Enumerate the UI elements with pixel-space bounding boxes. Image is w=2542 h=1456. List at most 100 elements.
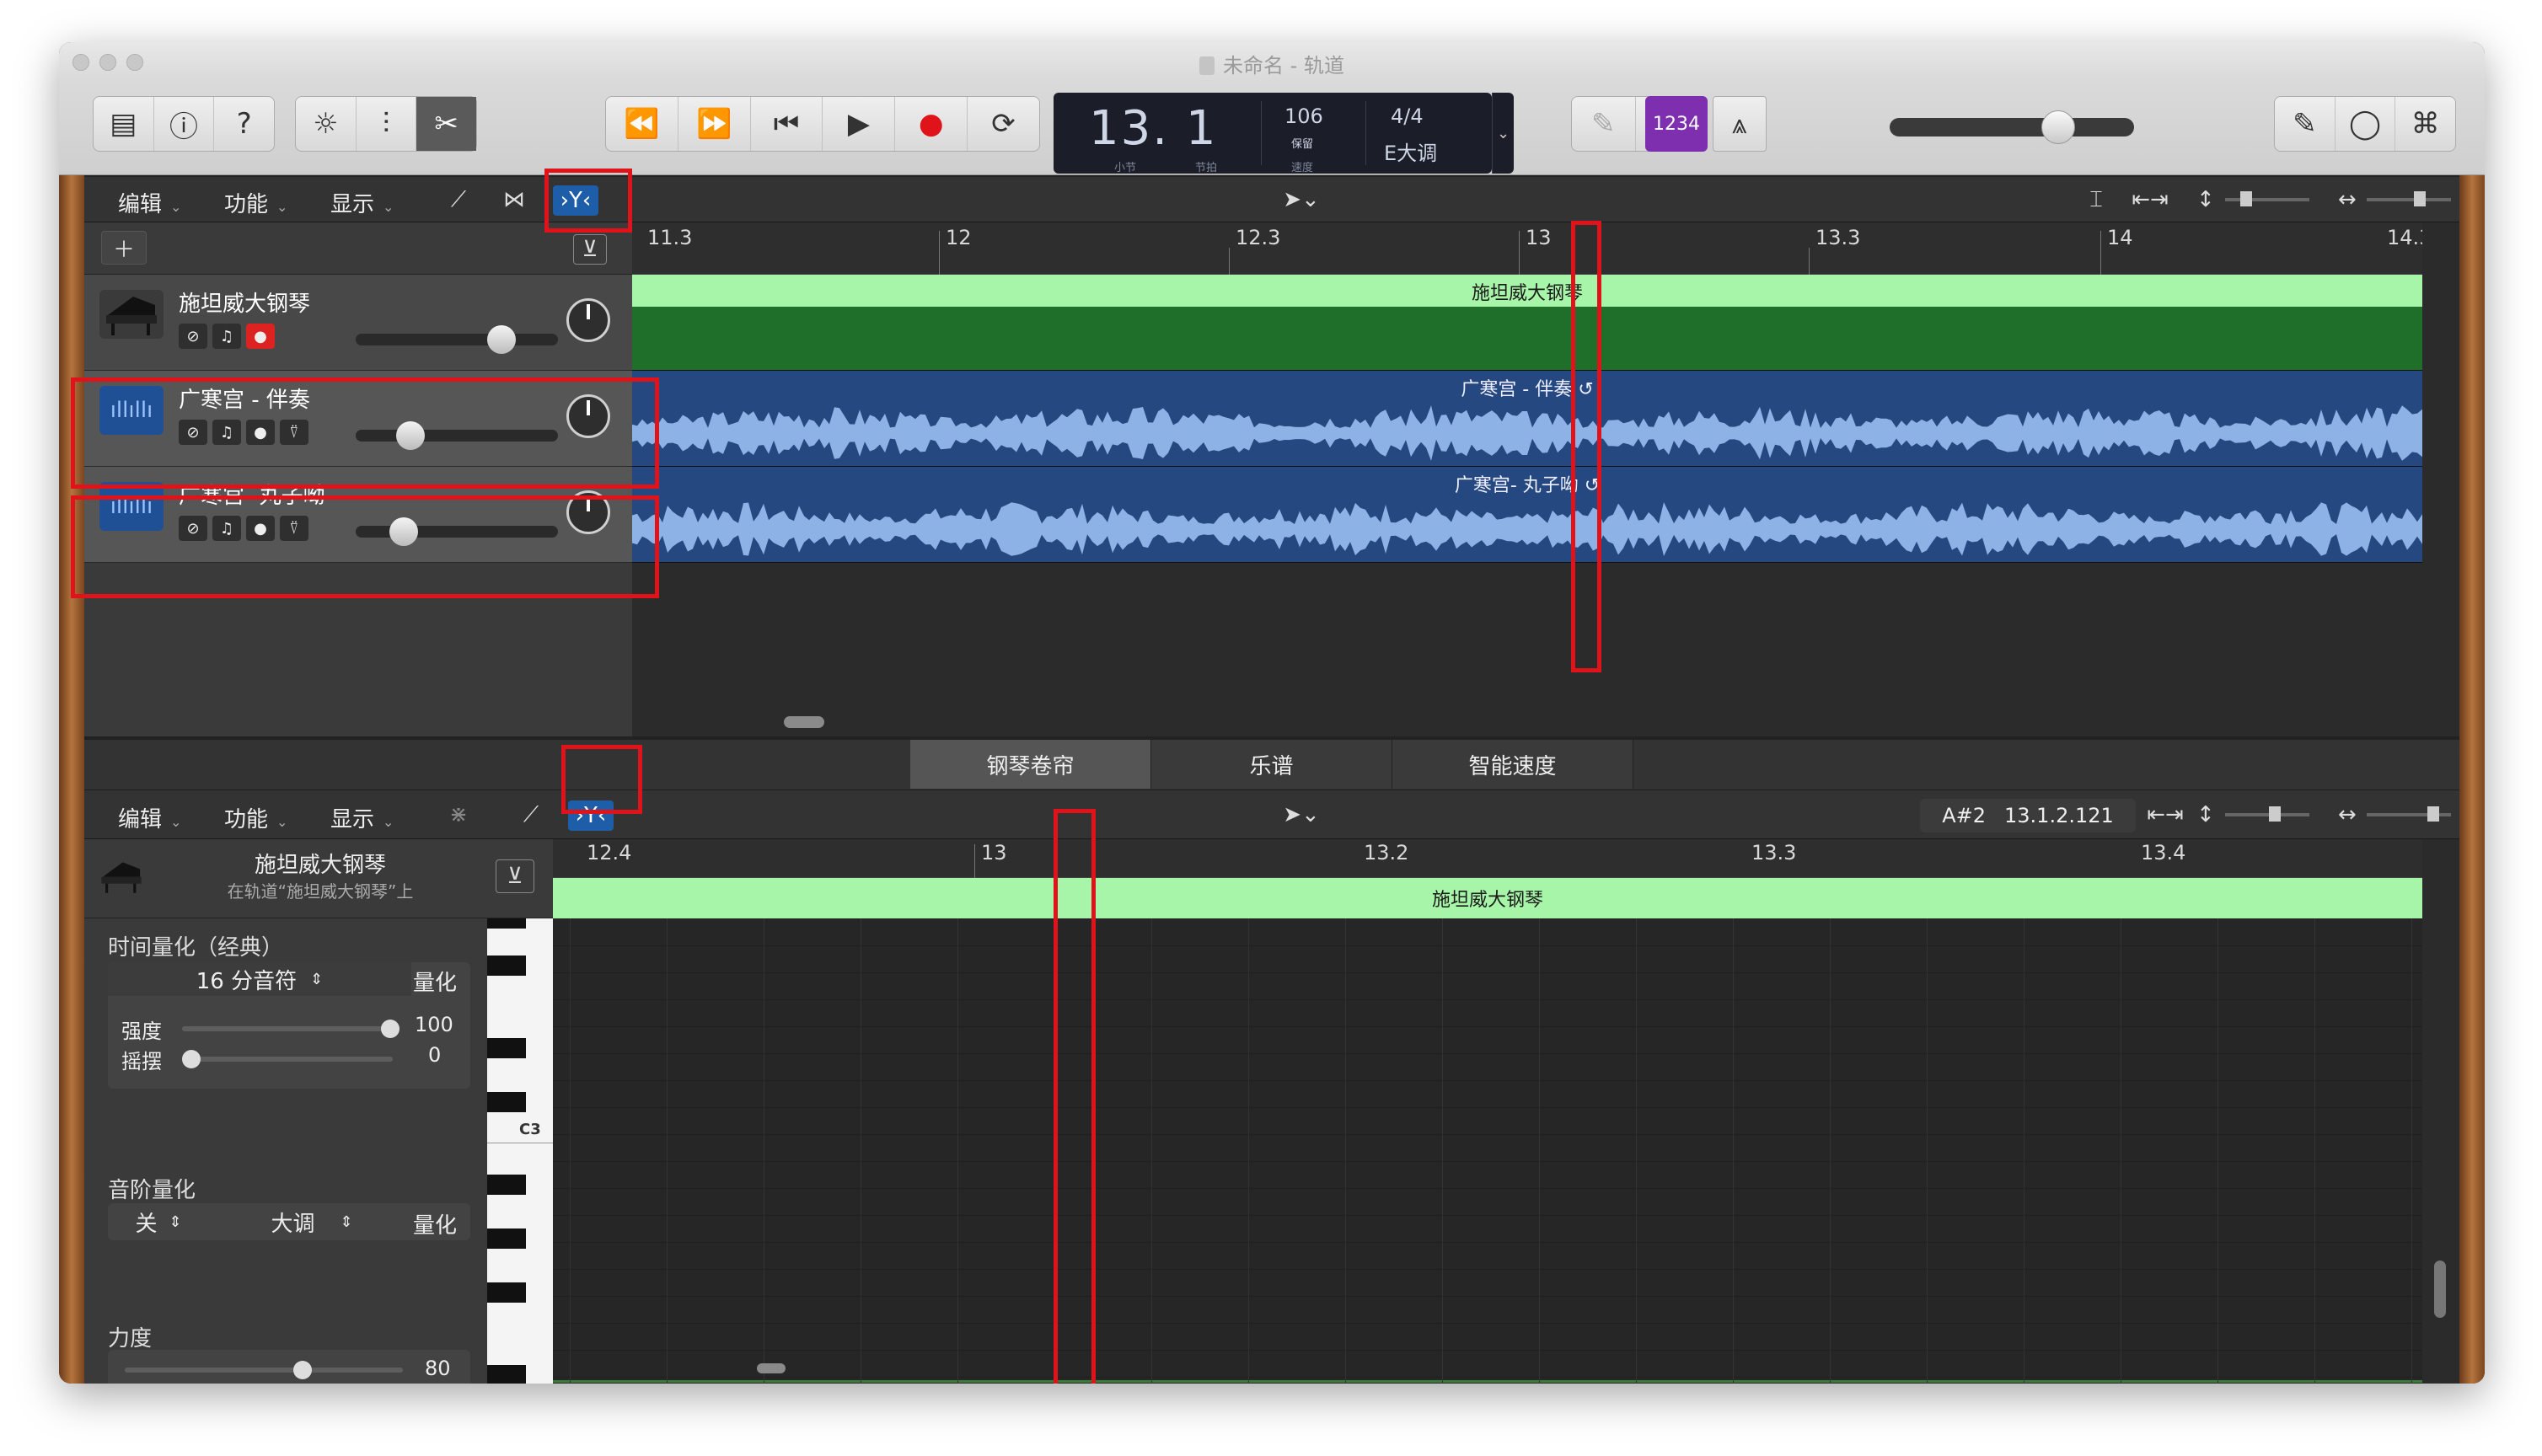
input-monitor-icon[interactable]: ⍢	[280, 420, 308, 445]
midi-region[interactable]: 施坦威大钢琴	[632, 275, 2422, 371]
help-icon[interactable]: ?	[214, 97, 274, 151]
tab-score[interactable]: 乐谱	[1151, 740, 1392, 789]
vertical-zoom-slider[interactable]: ↕	[2188, 799, 2323, 831]
tracks-horizontal-scrollbar[interactable]	[784, 716, 824, 728]
pan-knob[interactable]	[566, 298, 610, 342]
region-inspector-icon[interactable]: ⊻	[496, 859, 534, 893]
swing-knob[interactable]	[182, 1050, 201, 1068]
black-key[interactable]	[487, 1092, 526, 1112]
black-key[interactable]	[487, 1175, 526, 1195]
record-icon[interactable]: ●	[895, 97, 968, 151]
pan-knob[interactable]	[566, 394, 610, 438]
horizontal-zoom-slider[interactable]: ↔	[2330, 799, 2464, 831]
zoom-vertical-fit-icon[interactable]: ⌶	[2075, 184, 2117, 216]
audio-region-accompaniment[interactable]: 广寒宫 - 伴奏 ↺	[632, 371, 2422, 467]
track-header-accompaniment[interactable]: ıllıllı 广寒宫 - 伴奏 ⊘ ♫ ● ⍢	[84, 371, 632, 467]
mixer-icon[interactable]: ⫶	[357, 97, 417, 151]
add-track-icon[interactable]: ＋	[101, 231, 147, 265]
play-icon[interactable]: ▶	[823, 97, 896, 151]
piano-keyboard[interactable]: C3	[487, 918, 553, 1384]
black-key[interactable]	[487, 956, 526, 976]
mute-icon[interactable]: ⊘	[179, 324, 207, 349]
editor-functions-menu[interactable]: 功能 ⌄	[224, 802, 287, 833]
tab-smart-tempo[interactable]: 智能速度	[1392, 740, 1633, 789]
tracks-edit-menu[interactable]: 编辑 ⌄	[118, 187, 181, 218]
master-volume-slider[interactable]	[1890, 110, 2134, 144]
editor-horizontal-scrollbar[interactable]	[757, 1363, 786, 1373]
mute-icon[interactable]: ⊘	[179, 420, 207, 445]
cycle-icon[interactable]: ⟳	[968, 97, 1039, 151]
library-icon[interactable]: ▤	[94, 97, 154, 151]
track-volume-slider[interactable]	[356, 517, 558, 546]
loops-icon[interactable]: ◯	[2336, 97, 2396, 151]
audio-region-vocal[interactable]: 广寒宫- 丸子呦 ↺	[632, 467, 2422, 563]
tracks-view-menu[interactable]: 显示 ⌄	[330, 187, 394, 218]
velocity-knob[interactable]	[293, 1361, 312, 1379]
pan-knob[interactable]	[566, 490, 610, 534]
black-key[interactable]	[487, 1282, 526, 1303]
scale-off-select[interactable]: 关 ⇕	[108, 1203, 209, 1240]
headphones-icon[interactable]: ♫	[212, 420, 241, 445]
volume-knob[interactable]	[389, 517, 418, 546]
fast-forward-icon[interactable]: ⏩	[678, 97, 751, 151]
master-volume-knob[interactable]	[2041, 110, 2075, 144]
collapse-icon[interactable]: ⋇	[437, 799, 480, 831]
lcd-menu-chevron-icon[interactable]: ⌄	[1492, 93, 1514, 174]
scale-type-select[interactable]: 大调 ⇕	[212, 1203, 411, 1240]
swing-slider[interactable]	[182, 1050, 393, 1068]
editor-ruler[interactable]: 12.4 13 13.2 13.3 13.4	[553, 839, 2422, 878]
volume-knob[interactable]	[487, 325, 516, 354]
editor-edit-menu[interactable]: 编辑 ⌄	[118, 802, 181, 833]
global-tracks-icon[interactable]: ⊻	[573, 234, 607, 265]
headphones-icon[interactable]: ♫	[212, 324, 241, 349]
tab-piano-roll[interactable]: 钢琴卷帘	[910, 740, 1151, 789]
strength-slider[interactable]	[182, 1020, 400, 1038]
mute-icon[interactable]: ⊘	[179, 516, 207, 541]
info-icon[interactable]: ⓘ	[154, 97, 215, 151]
black-key[interactable]	[487, 1038, 526, 1058]
tracks-functions-menu[interactable]: 功能 ⌄	[224, 187, 287, 218]
tracks-ruler[interactable]: 11.3 12 12.3 13 13.3 14 14.3	[632, 222, 2432, 275]
lcd-display[interactable]: 13. 1 小节 节拍 106 保留 速度 4/4 E大调	[1054, 93, 1492, 174]
piano-roll-grid[interactable]	[553, 918, 2422, 1384]
rewind-icon[interactable]: ⏪	[606, 97, 678, 151]
headphones-icon[interactable]: ♫	[212, 516, 241, 541]
editor-view-menu[interactable]: 显示 ⌄	[330, 802, 394, 833]
black-key[interactable]	[487, 1228, 526, 1249]
track-volume-slider[interactable]	[356, 421, 558, 450]
catch-playhead-icon[interactable]: ›Y‹	[568, 800, 614, 831]
catch-playhead-icon[interactable]: ›Y‹	[553, 185, 598, 216]
track-volume-slider[interactable]	[356, 325, 558, 354]
strength-knob[interactable]	[381, 1020, 400, 1038]
go-to-beginning-icon[interactable]: ⏮	[751, 97, 823, 151]
scale-quantize-button[interactable]: 量化	[413, 1208, 457, 1239]
pencil-icon[interactable]: ✎	[1572, 97, 1636, 151]
track-header-vocal[interactable]: ıllıllı 广寒宫- 丸子呦 ⊘ ♫ ● ⍢	[84, 467, 632, 563]
record-enable-icon[interactable]: ●	[246, 324, 275, 349]
record-enable-icon[interactable]: ●	[246, 420, 275, 445]
count-in-button[interactable]: 1234	[1645, 96, 1708, 152]
black-key[interactable]	[487, 1365, 526, 1384]
horizontal-zoom-slider[interactable]: ↔	[2330, 184, 2464, 216]
velocity-slider[interactable]	[125, 1361, 403, 1379]
time-quantize-button[interactable]: 量化	[413, 966, 457, 997]
vertical-zoom-slider[interactable]: ↕	[2188, 184, 2323, 216]
editor-midi-region-header[interactable]: 施坦威大钢琴	[553, 878, 2422, 918]
black-key[interactable]	[487, 918, 526, 929]
pointer-tool-icon[interactable]: ➤⌄	[1268, 184, 1335, 216]
track-header-piano[interactable]: 施坦威大钢琴 ⊘ ♫ ●	[84, 275, 632, 371]
automation-icon[interactable]: ⟋	[437, 184, 480, 216]
automation-icon[interactable]: ⟋	[509, 799, 553, 831]
volume-knob[interactable]	[396, 421, 425, 450]
media-browser-icon[interactable]: ⌘	[2395, 97, 2455, 151]
metronome-icon[interactable]: ⩓	[1713, 96, 1767, 152]
smart-controls-icon[interactable]: ☼	[296, 97, 357, 151]
zoom-horizontal-fit-icon[interactable]: ⇤⇥	[2129, 184, 2171, 216]
flex-icon[interactable]: ⋈	[492, 184, 536, 216]
note-value-select[interactable]: 16 分音符 ⇕	[108, 962, 411, 996]
editors-scissors-icon[interactable]: ✂	[416, 97, 477, 151]
record-enable-icon[interactable]: ●	[246, 516, 275, 541]
notepad-icon[interactable]: ✎	[2275, 97, 2336, 151]
editor-vertical-scrollbar[interactable]	[2434, 1261, 2446, 1318]
tracks-empty-area[interactable]	[632, 563, 2422, 736]
